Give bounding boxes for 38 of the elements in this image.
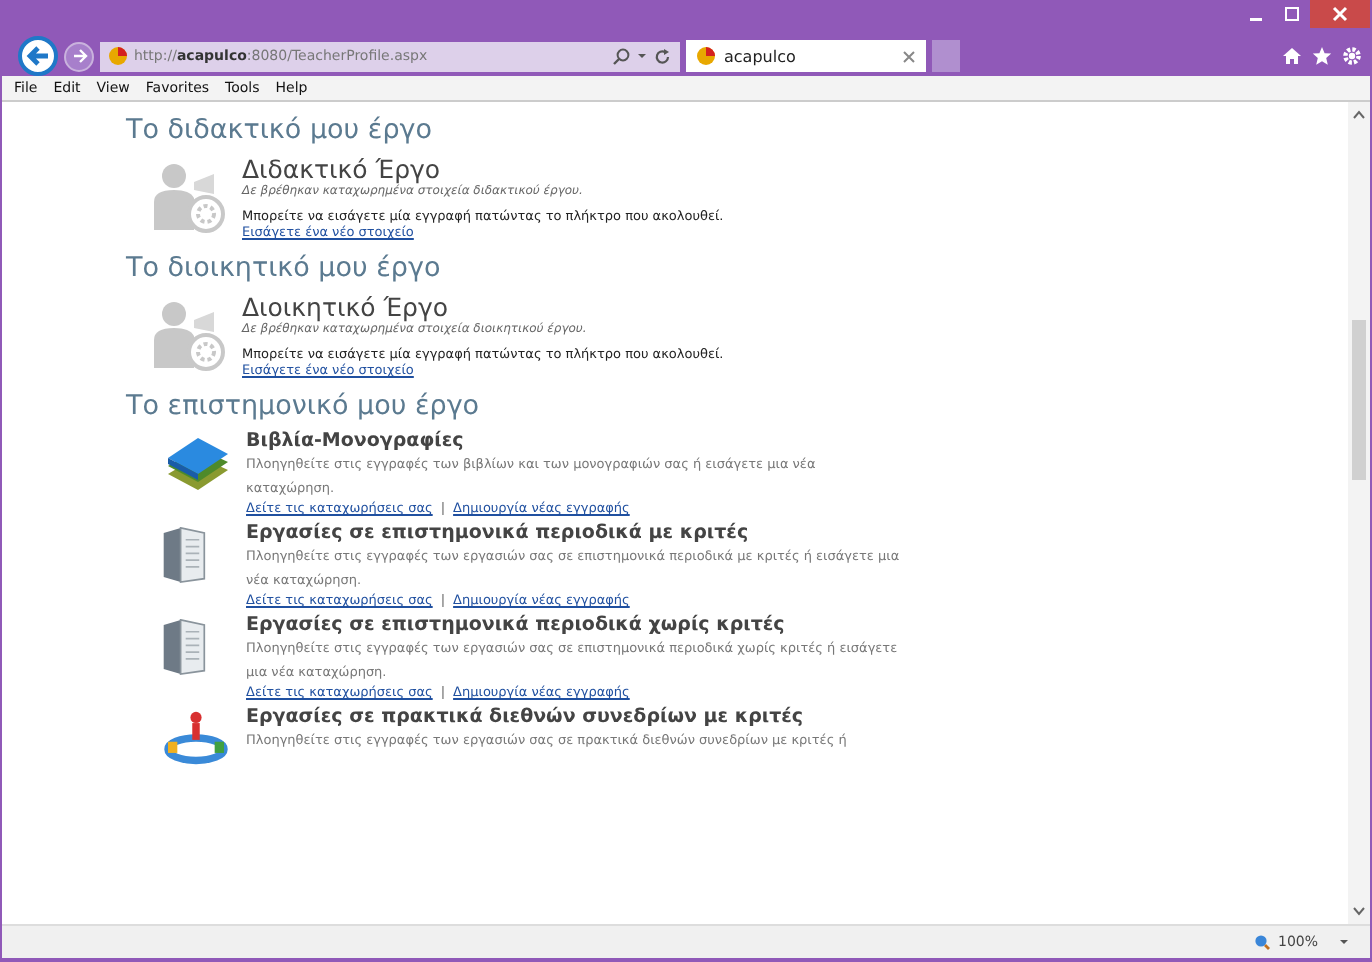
section-heading: Το επιστημονικό μου έργο [126, 390, 482, 422]
star-icon[interactable] [1312, 46, 1332, 66]
home-icon[interactable] [1282, 46, 1302, 66]
tab-title: acapulco [724, 47, 798, 65]
back-button[interactable] [18, 36, 58, 76]
scrollbar[interactable] [1348, 102, 1370, 924]
forward-arrow-icon [71, 48, 87, 64]
search-icon[interactable] [612, 47, 630, 65]
section-heading: Το διοικητικό μου έργο [126, 252, 443, 284]
site-logo-icon [108, 46, 128, 66]
item-title: Εργασίες σε επιστημονικά περιοδικά χωρίς κριτές [246, 614, 785, 636]
open-book-icon [162, 618, 206, 676]
people-circle-icon [162, 710, 230, 766]
open-book-icon [162, 526, 206, 584]
person-gear-icon [150, 300, 230, 372]
settings-icon[interactable] [1342, 46, 1362, 66]
caret-icon[interactable] [636, 50, 648, 62]
refresh-icon[interactable] [654, 47, 672, 65]
item-title: Εργασίες σε επιστημονικά περιοδικά με κριτές [246, 522, 749, 544]
section-heading: Το διδακτικό μου έργο [126, 114, 435, 146]
close-icon [1332, 6, 1348, 22]
caret-icon[interactable] [1338, 936, 1350, 948]
scroll-down-icon[interactable] [1352, 906, 1366, 916]
browser-tab[interactable]: acapulco [686, 40, 926, 72]
entry-title: Διοικητικό Έργο [242, 292, 448, 322]
zoom-icon [1253, 934, 1270, 950]
close-button[interactable] [1310, 0, 1370, 28]
person-gear-icon [150, 162, 230, 234]
site-logo-icon [696, 46, 716, 66]
scroll-up-icon[interactable] [1352, 110, 1366, 120]
close-tab-icon[interactable] [902, 49, 916, 63]
entry-title: Διδακτικό Έργο [242, 154, 441, 184]
forward-button[interactable] [64, 41, 94, 71]
back-arrow-icon [24, 42, 52, 70]
item-title: Εργασίες σε πρακτικά διεθνών συνεδρίων με κριτές [246, 706, 804, 728]
item-title: Βιβλία-Μονογραφίες [246, 430, 464, 452]
scrollbar-thumb[interactable] [1352, 320, 1366, 480]
maximize-icon [1284, 6, 1300, 22]
